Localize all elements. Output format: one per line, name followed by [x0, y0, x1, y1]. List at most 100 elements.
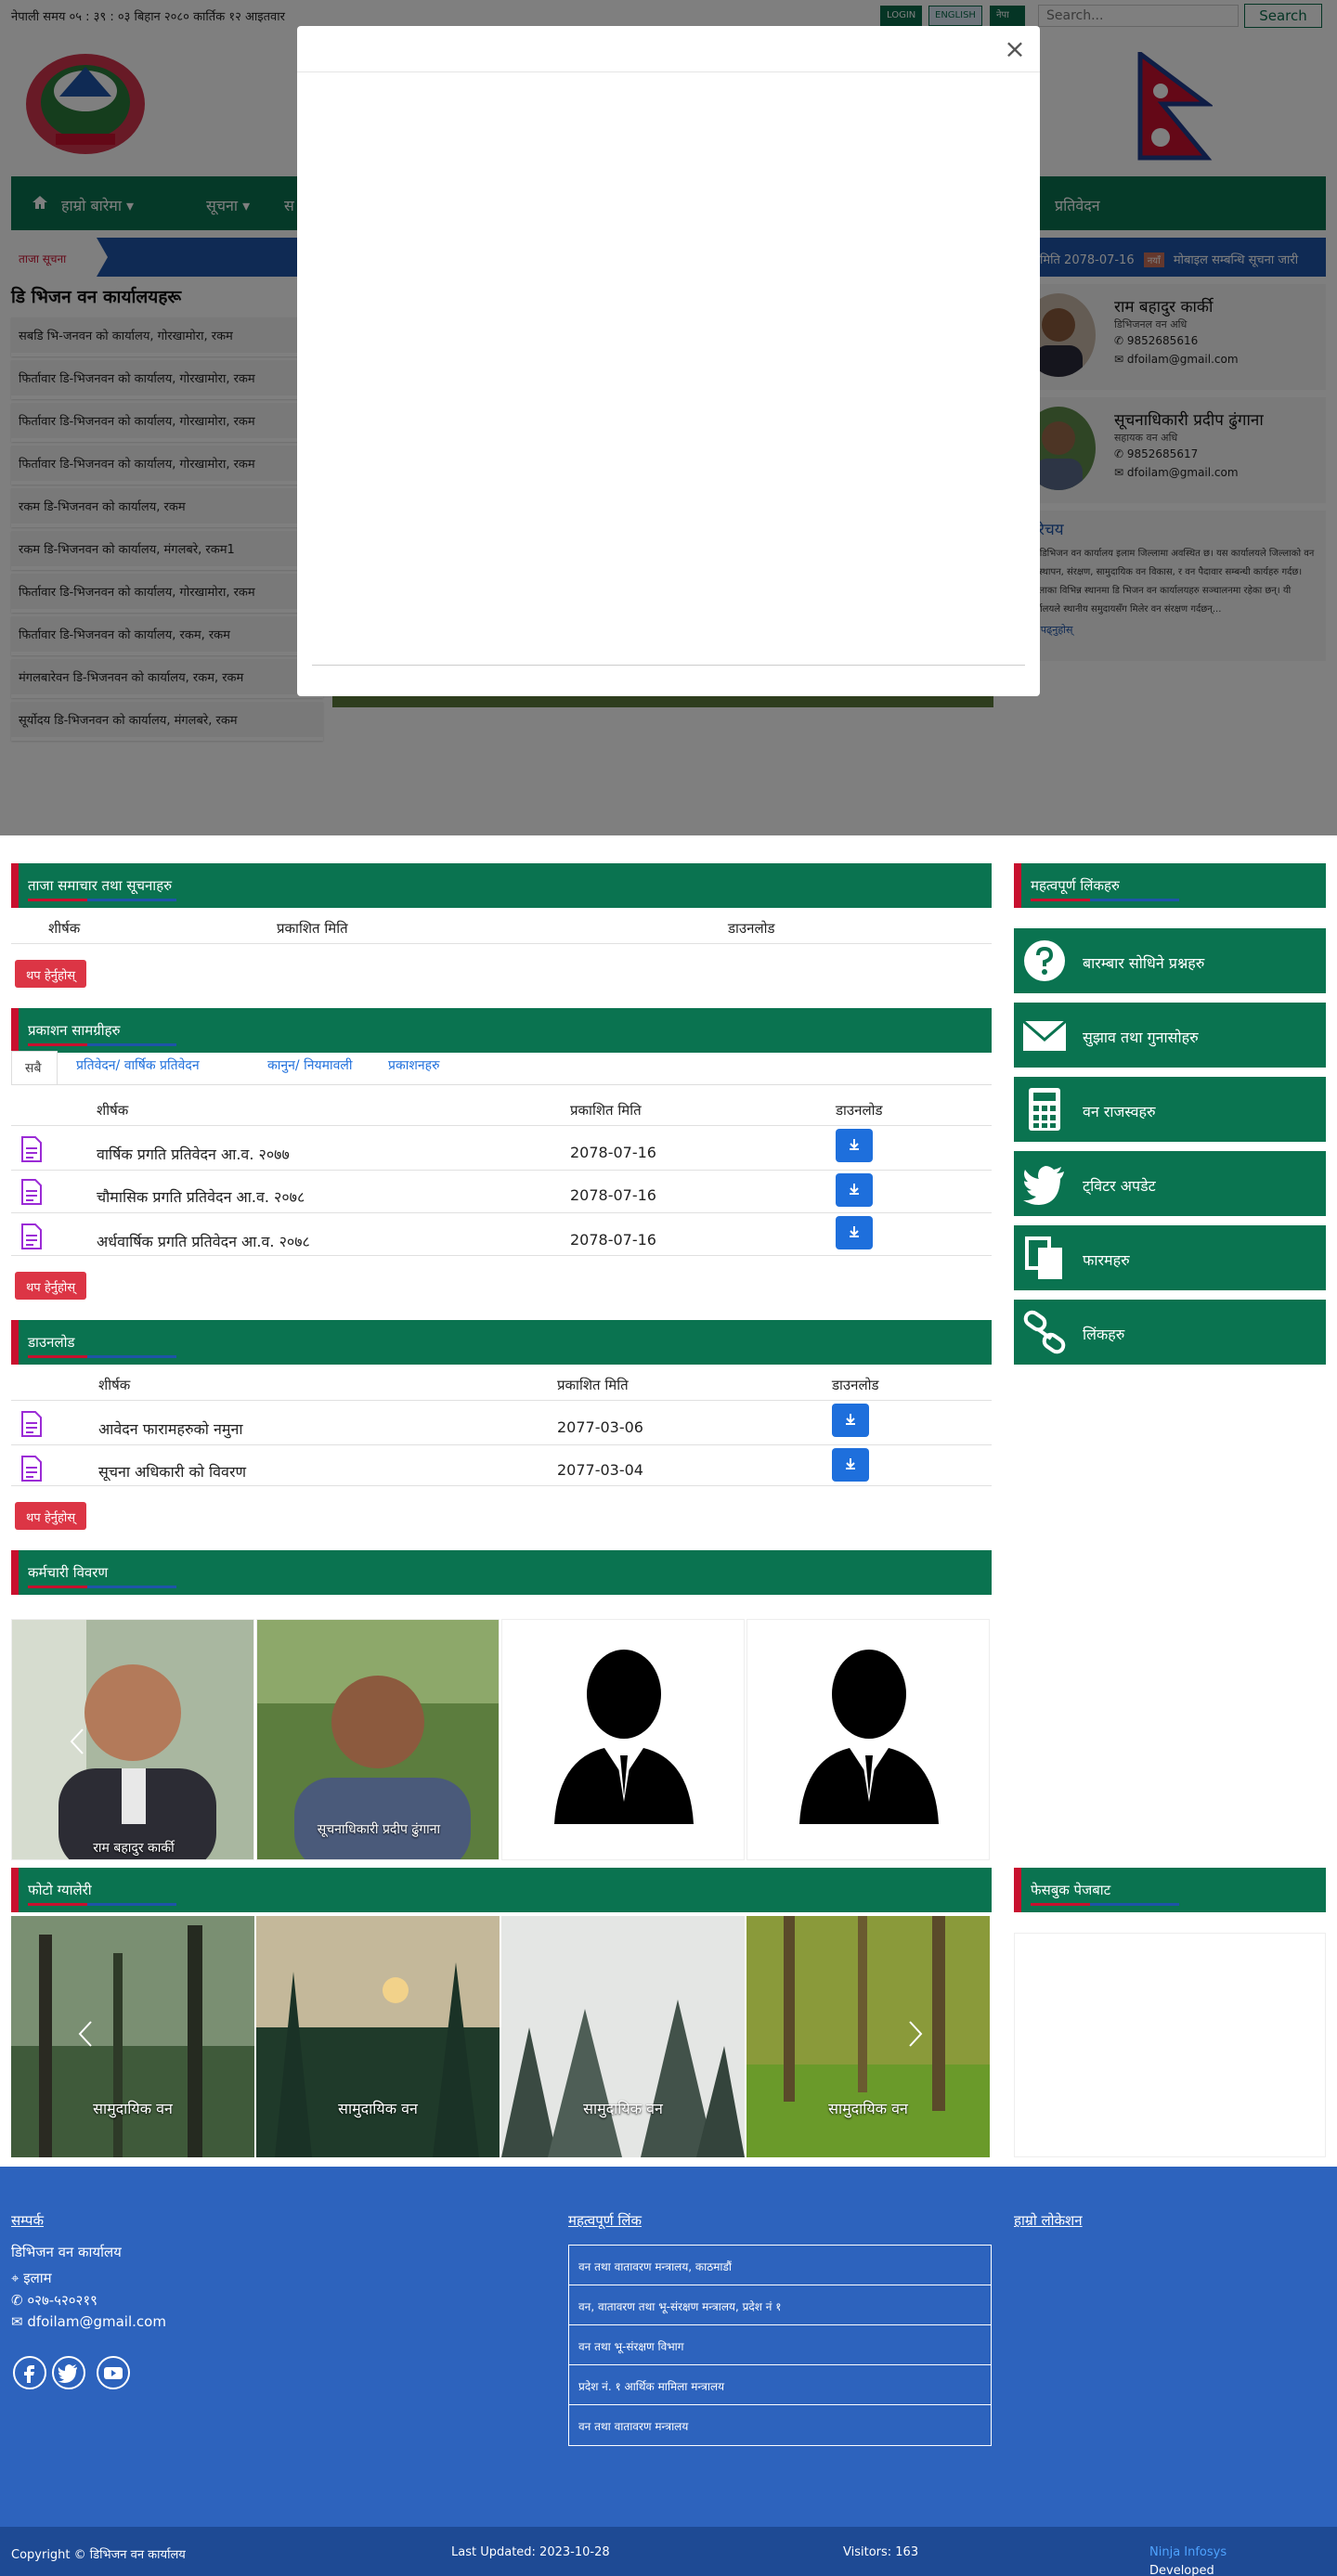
- download-button[interactable]: [836, 1216, 873, 1249]
- footer-links-list: वन तथा वातावरण मन्त्रालय, काठमाडौं वन, व…: [568, 2245, 992, 2446]
- title-underline: [1031, 899, 1179, 901]
- developed-by: Developed By: Ninja Infosys: [1149, 2545, 1227, 2576]
- col-download: डाउनलोड: [728, 920, 775, 937]
- chevron-right-icon[interactable]: [906, 2020, 925, 2048]
- employee-name: सूचनाधिकारी प्रदीप ढुंगाना: [317, 1822, 441, 1837]
- section-title: डाउनलोड: [28, 1334, 75, 1351]
- popup-modal: ×: [297, 26, 1040, 696]
- employee-card[interactable]: सूचनाधिकारी प्रदीप ढुंगाना: [256, 1619, 500, 1860]
- quick-link-label: लिंकहरु: [1083, 1326, 1125, 1343]
- row-date: 2077-03-04: [557, 1461, 643, 1479]
- copy-icon: [1025, 1236, 1062, 1279]
- section-title: फोटो ग्यालेरी: [28, 1882, 92, 1898]
- gallery-caption: सामुदायिक वन: [828, 2100, 908, 2117]
- document-icon: [21, 1136, 42, 1162]
- person-placeholder-icon: [554, 1650, 694, 1824]
- row-title[interactable]: आवेदन फारामहरुको नमुना: [98, 1418, 243, 1439]
- download-button[interactable]: [832, 1404, 869, 1437]
- phone-icon: ✆: [11, 2292, 28, 2309]
- section-title: फेसबुक पेजबाट: [1031, 1882, 1111, 1898]
- row-divider: [11, 943, 992, 944]
- quick-link-feedback[interactable]: सुझाव तथा गुनासोहरु: [1014, 1003, 1326, 1068]
- col-date: प्रकाशित मिति: [570, 1102, 642, 1119]
- col-title: शीर्षक: [98, 1377, 131, 1393]
- title-underline: [1031, 1903, 1179, 1906]
- tab-reports[interactable]: प्रतिवेदन/ वार्षिक प्रतिवेदन: [76, 1056, 200, 1074]
- gallery-image[interactable]: सामुदायिक वन: [501, 1916, 745, 2157]
- download-button[interactable]: [836, 1173, 873, 1207]
- developer-link[interactable]: Ninja Infosys: [1149, 2545, 1227, 2559]
- youtube-icon[interactable]: [97, 2356, 130, 2389]
- footer-link[interactable]: वन तथा वातावरण मन्त्रालय, काठमाडौं: [569, 2246, 991, 2285]
- facebook-embed[interactable]: [1014, 1933, 1326, 2157]
- row-title[interactable]: वार्षिक प्रगति प्रतिवेदन आ.व. २०७७: [97, 1144, 290, 1164]
- quick-link-twitter[interactable]: ट्विटर अपडेट: [1014, 1151, 1326, 1216]
- col-download: डाउनलोड: [832, 1377, 879, 1393]
- footer-contact-title: सम्पर्क: [11, 2212, 44, 2229]
- twitter-icon[interactable]: [52, 2356, 85, 2389]
- row-divider: [11, 1400, 992, 1401]
- view-more-button[interactable]: थप हेर्नुहोस्: [15, 1502, 86, 1530]
- footer-map-title: हाम्रो लोकेशन: [1014, 2212, 1083, 2229]
- tab-divider: [11, 1084, 992, 1085]
- footer-link[interactable]: वन तथा वातावरण मन्त्रालय: [569, 2405, 991, 2445]
- facebook-icon[interactable]: [13, 2356, 46, 2389]
- quick-link-faq[interactable]: बारम्बार सोधिने प्रश्नहरु: [1014, 928, 1326, 993]
- close-icon[interactable]: ×: [1001, 35, 1029, 63]
- document-icon: [21, 1411, 42, 1437]
- section-header-employees: कर्मचारी विवरण: [11, 1550, 992, 1595]
- document-icon: [21, 1223, 42, 1249]
- download-button[interactable]: [832, 1448, 869, 1482]
- bottom-bar: Copyright © डिभिजन वन कार्यालय Last Upda…: [0, 2527, 1337, 2576]
- section-title: महत्वपूर्ण लिंकहरु: [1031, 877, 1120, 894]
- chevron-left-icon[interactable]: [68, 1728, 86, 1755]
- quick-link-forms[interactable]: फारमहरु: [1014, 1225, 1326, 1290]
- view-more-button[interactable]: थप हेर्नुहोस्: [15, 1272, 86, 1300]
- row-title[interactable]: चौमासिक प्रगति प्रतिवेदन आ.व. २०७८: [97, 1186, 305, 1207]
- employee-name: राम बहादुर कार्की: [93, 1841, 175, 1856]
- calculator-icon: [1029, 1088, 1060, 1131]
- view-more-button[interactable]: थप हेर्नुहोस्: [15, 960, 86, 988]
- row-divider: [11, 1485, 992, 1486]
- quick-link-links[interactable]: लिंकहरु: [1014, 1300, 1326, 1365]
- employee-card[interactable]: राम बहादुर कार्की: [11, 1619, 254, 1860]
- visitors-count: Visitors: 163: [843, 2545, 919, 2559]
- col-title: शीर्षक: [48, 920, 81, 937]
- row-title[interactable]: अर्धवार्षिक प्रगति प्रतिवेदन आ.व. २०७८: [97, 1231, 310, 1251]
- employee-card[interactable]: [746, 1619, 990, 1860]
- tab-all[interactable]: सबै: [11, 1051, 58, 1084]
- gallery-image[interactable]: सामुदायिक वन: [256, 1916, 500, 2157]
- gallery-caption: सामुदायिक वन: [338, 2100, 418, 2117]
- footer-link[interactable]: वन, वातावरण तथा भू-संरक्षण मन्त्रालय, प्…: [569, 2285, 991, 2325]
- employee-card[interactable]: [501, 1619, 745, 1860]
- gallery-image[interactable]: सामुदायिक वन: [746, 1916, 990, 2157]
- download-icon: [846, 1457, 855, 1469]
- row-divider: [11, 1444, 992, 1445]
- section-header-facebook: फेसबुक पेजबाट: [1014, 1868, 1326, 1912]
- tab-publications[interactable]: प्रकाशनहरु: [388, 1056, 439, 1074]
- footer-link[interactable]: प्रदेश नं. १ आर्थिक मामिला मन्त्रालय: [569, 2365, 991, 2405]
- gallery-image[interactable]: सामुदायिक वन: [11, 1916, 254, 2157]
- tab-laws[interactable]: कानुन/ नियमावली: [267, 1056, 353, 1074]
- section-header-downloads: डाउनलोड: [11, 1320, 992, 1365]
- footer-link[interactable]: वन तथा भू-संरक्षण विभाग: [569, 2325, 991, 2365]
- download-button[interactable]: [836, 1129, 873, 1162]
- row-date: 2078-07-16: [570, 1144, 656, 1161]
- gallery-caption: सामुदायिक वन: [93, 2100, 173, 2117]
- download-icon: [850, 1138, 859, 1150]
- download-icon: [850, 1183, 859, 1195]
- footer-links-title: महत्वपूर्ण लिंक: [568, 2212, 642, 2229]
- twitter-icon: [1023, 1166, 1064, 1205]
- footer-email[interactable]: ✉ dfoilam@gmail.com: [11, 2313, 166, 2330]
- modal-header: ×: [297, 26, 1040, 72]
- section-header-publications: प्रकाशन सामग्रीहरु: [11, 1008, 992, 1053]
- forest-photo: [746, 1916, 990, 2157]
- footer-phone: ✆ ०२७-५२०२१९: [11, 2292, 97, 2309]
- title-underline: [28, 1355, 176, 1358]
- question-icon: [1024, 940, 1065, 981]
- envelope-icon: ✉: [11, 2313, 28, 2330]
- chevron-left-icon[interactable]: [76, 2020, 95, 2048]
- row-title[interactable]: सूचना अधिकारी को विवरण: [98, 1461, 246, 1482]
- developed-label: Developed By:: [1149, 2564, 1214, 2576]
- quick-link-revenue[interactable]: वन राजस्वहरु: [1014, 1077, 1326, 1142]
